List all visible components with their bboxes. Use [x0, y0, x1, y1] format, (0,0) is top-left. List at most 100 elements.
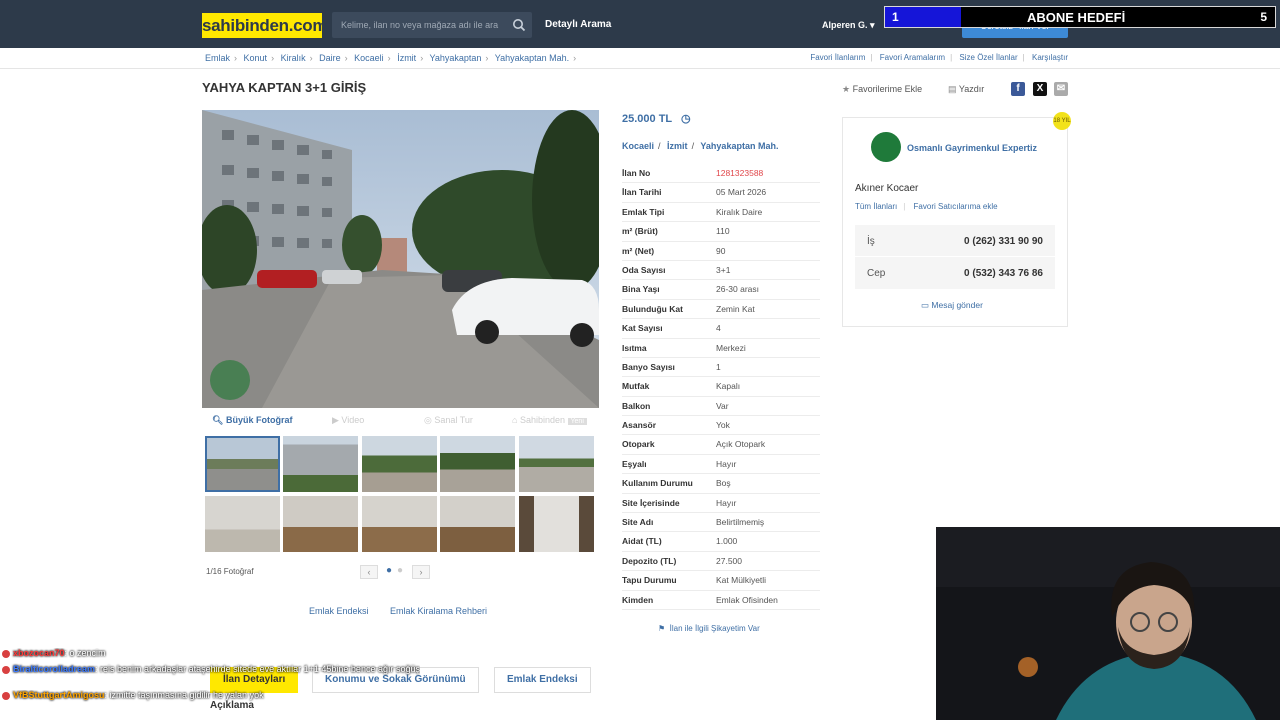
location-neighborhood[interactable]: Yahyakaptan Mah. [700, 141, 778, 151]
detail-label: Isıtma [622, 342, 647, 353]
rental-guide-link[interactable]: Emlak Kiralama Rehberi [390, 606, 487, 616]
detail-label: Balkon [622, 400, 651, 411]
detail-label: m² (Brüt) [622, 226, 658, 237]
detail-row: Kimden Emlak Ofisinden [622, 591, 820, 610]
own-house-tab[interactable]: ⌂ Sahibinden Yeni [512, 415, 587, 425]
quicklink-for-you[interactable]: Size Özel İlanlar [959, 53, 1017, 62]
location-district[interactable]: İzmit [667, 141, 688, 151]
breadcrumb-item[interactable]: İzmit [397, 53, 416, 63]
detail-label: Bulunduğu Kat [622, 303, 683, 314]
thumbnail[interactable] [440, 436, 515, 492]
detail-row: Bina Yaşı 26-30 arası [622, 280, 820, 300]
thumbnail[interactable] [362, 436, 437, 492]
subscriber-goal-target: 5 [1260, 10, 1267, 24]
chat-message: VfBStuttgartAmigosu: izmitte taşınmasına… [0, 690, 420, 704]
breadcrumb-item[interactable]: Kocaeli [354, 53, 384, 63]
email-share-icon[interactable]: ✉ [1054, 82, 1068, 96]
print-link[interactable]: ▤ Yazdır [948, 84, 984, 95]
detail-row: Kat Sayısı 4 [622, 319, 820, 339]
search-input[interactable] [332, 12, 502, 38]
membership-years-badge: 18 YIL [1053, 112, 1071, 130]
search-icon[interactable] [512, 18, 526, 32]
all-ads-link[interactable]: Tüm İlanları [855, 202, 897, 211]
quicklink-compare[interactable]: Karşılaştır [1032, 53, 1068, 62]
detail-value: Kat Mülkiyetli [716, 575, 767, 586]
thumbnail[interactable] [362, 496, 437, 552]
search-box[interactable] [332, 12, 532, 38]
detail-value: 26-30 arası [716, 284, 759, 295]
office-logo[interactable] [871, 132, 901, 162]
thumbnail[interactable] [283, 496, 358, 552]
price-history-icon[interactable]: ◷ [681, 113, 691, 125]
page-dot-active[interactable]: ● [386, 565, 392, 576]
listing-details-table: İlan No 1281323588 İlan Tarihi 05 Mart 2026… [622, 164, 820, 610]
emlak-index-link[interactable]: Emlak Endeksi [309, 606, 369, 616]
big-photo-tab[interactable]: 🔍︎ Büyük Fotoğraf [212, 415, 292, 426]
breadcrumb-item[interactable]: Kiralık [281, 53, 306, 63]
facebook-share-icon[interactable]: f [1011, 82, 1025, 96]
phone-box: İş 0 (262) 331 90 90 Cep 0 (532) 343 76 … [855, 225, 1055, 289]
advanced-search-link[interactable]: Detaylı Arama [545, 19, 611, 30]
listing-title: YAHYA KAPTAN 3+1 GİRİŞ [202, 80, 367, 95]
send-message-link[interactable]: ▭ Mesaj gönder [921, 300, 983, 311]
detail-value: 05 Mart 2026 [716, 187, 767, 198]
next-page-button[interactable]: › [412, 565, 430, 579]
thumbnail[interactable] [283, 436, 358, 492]
detail-row: Oda Sayısı 3+1 [622, 261, 820, 281]
tab-emlak-index[interactable]: Emlak Endeksi [494, 667, 591, 693]
chat-text: : izmitte taşınmasına gidilir he yalan y… [104, 690, 264, 700]
detail-row: Site İçerisinde Hayır [622, 494, 820, 514]
page-dot[interactable]: ● [397, 565, 403, 576]
quicklink-fav-listings[interactable]: Favori İlanlarım [810, 53, 865, 62]
thumbnail[interactable] [205, 496, 280, 552]
complaint-link[interactable]: ⚑ İlan ile İlgili Şikayetim Var [658, 624, 760, 633]
detail-value: Zemin Kat [716, 303, 755, 314]
video-label: Video [341, 415, 365, 425]
price: 25.000 TL ◷ [622, 112, 691, 125]
agent-name: Akıner Kocaer [855, 183, 919, 194]
breadcrumb-item[interactable]: Emlak [205, 53, 230, 63]
subscriber-goal-title: ABONE HEDEFİ [1027, 10, 1126, 25]
user-menu[interactable]: Alperen G. ▾ [822, 20, 875, 31]
chat-message: Biralticorolladream: reis benim arkadaşl… [0, 662, 420, 690]
work-phone-row: İş 0 (262) 331 90 90 [855, 225, 1055, 257]
thumbnail[interactable] [440, 496, 515, 552]
x-share-icon[interactable]: X [1033, 82, 1047, 96]
detail-label: Kullanım Durumu [622, 478, 693, 489]
breadcrumb-item[interactable]: Konut [244, 53, 268, 63]
thumbnail[interactable] [205, 436, 280, 492]
chat-bubble-icon: ▭ [921, 300, 930, 310]
star-icon: ★ [842, 84, 851, 94]
location-city[interactable]: Kocaeli [622, 141, 654, 151]
thumbnail[interactable] [519, 436, 594, 492]
detail-row: Bulunduğu Kat Zemin Kat [622, 300, 820, 320]
breadcrumb-item[interactable]: Yahyakaptan Mah. [495, 53, 569, 63]
detail-value: Açık Otopark [716, 439, 766, 450]
thumbnail[interactable] [519, 496, 594, 552]
detail-value: Kapalı [716, 381, 741, 392]
add-favorite-link[interactable]: ★ Favorilerime Ekle [842, 84, 922, 95]
detail-label: Bina Yaşı [622, 284, 660, 295]
video-tab[interactable]: ▶ Video [332, 415, 364, 426]
detail-row: Eşyalı Hayır [622, 455, 820, 475]
breadcrumb-item[interactable]: Daire [319, 53, 341, 63]
seller-box: Osmanlı Gayrimenkul Expertiz 18 YIL Akın… [842, 112, 1071, 327]
site-logo[interactable]: sahibinden.com [202, 13, 328, 38]
street-photo-image [202, 110, 599, 408]
work-phone-number[interactable]: 0 (262) 331 90 90 [964, 236, 1043, 247]
virtual-tour-tab[interactable]: ◎ Sanal Tur [424, 415, 473, 426]
mobile-phone-number[interactable]: 0 (532) 343 76 86 [964, 268, 1043, 279]
detail-value: 1 [716, 361, 721, 372]
detail-row: Banyo Sayısı 1 [622, 358, 820, 378]
detail-row: Balkon Var [622, 397, 820, 417]
detail-label: Site İçerisinde [622, 497, 680, 508]
office-name[interactable]: Osmanlı Gayrimenkul Expertiz [907, 143, 1037, 153]
detail-label: Tapu Durumu [622, 575, 677, 586]
main-photo[interactable] [202, 110, 599, 408]
prev-page-button[interactable]: ‹ [360, 565, 378, 579]
detail-row: Mutfak Kapalı [622, 377, 820, 397]
quicklink-fav-searches[interactable]: Favori Aramalarım [880, 53, 945, 62]
breadcrumb-item[interactable]: Yahyakaptan [430, 53, 482, 63]
add-fav-seller-link[interactable]: Favori Satıcılarıma ekle [914, 202, 998, 211]
detail-value: Yok [716, 420, 730, 431]
